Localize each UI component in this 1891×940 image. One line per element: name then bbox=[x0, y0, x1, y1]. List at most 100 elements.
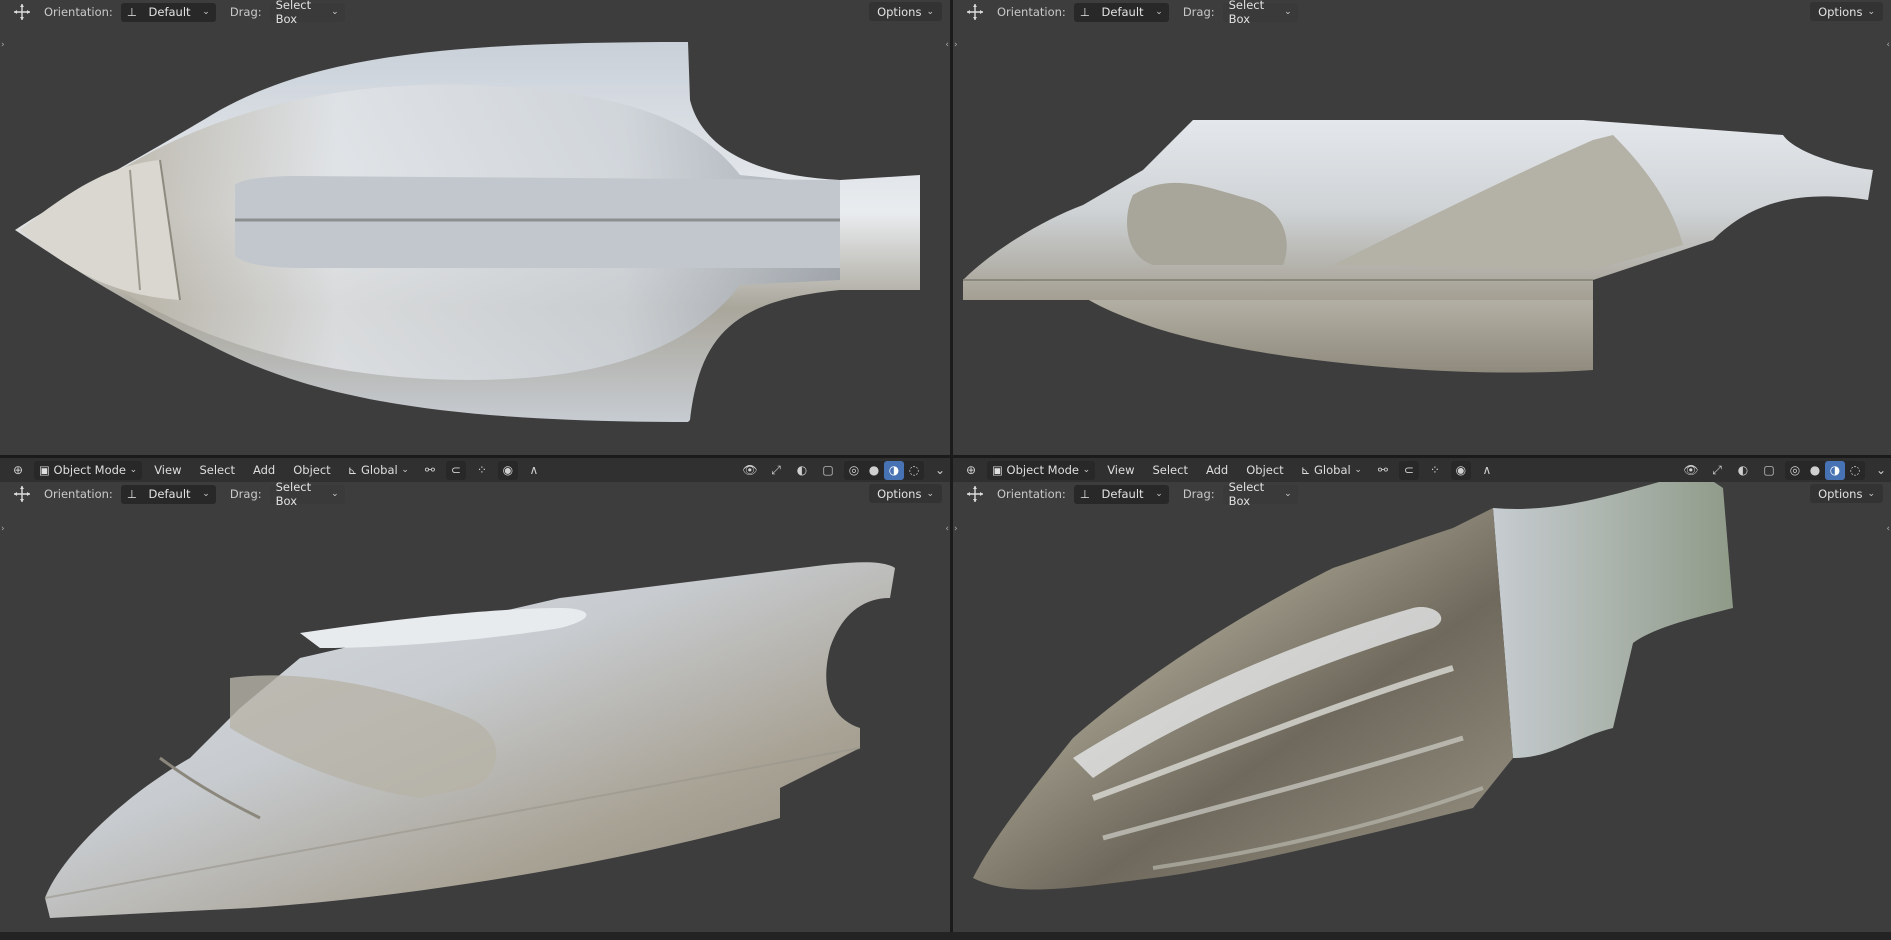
expand-toolbar-icon[interactable]: › bbox=[1, 524, 5, 534]
pivot-point-icon[interactable]: ⚯ bbox=[420, 461, 440, 480]
shading-mode-group: ◎ ● ◑ ◌ bbox=[844, 460, 924, 480]
tool-settings-bar: Orientation: ⊥ Default ⌄ Drag: Select Box ⌄… bbox=[0, 480, 950, 508]
drag-value: Select Box bbox=[1228, 0, 1265, 26]
overlay-icon[interactable]: ◐ bbox=[792, 461, 812, 480]
options-label: Options bbox=[1818, 486, 1863, 501]
expand-sidebar-icon[interactable]: ‹ bbox=[945, 40, 949, 50]
move-tool-icon[interactable] bbox=[12, 484, 32, 504]
expand-toolbar-icon[interactable]: › bbox=[1, 40, 5, 50]
expand-sidebar-icon[interactable]: ‹ bbox=[945, 524, 949, 534]
chevron-down-icon: ⌄ bbox=[202, 7, 210, 17]
expand-toolbar-icon[interactable]: › bbox=[954, 40, 958, 50]
solid-shading-icon[interactable]: ● bbox=[864, 461, 884, 480]
expand-sidebar-icon[interactable]: ‹ bbox=[1886, 524, 1890, 534]
drag-label: Drag: bbox=[229, 487, 262, 501]
drag-dropdown[interactable]: Select Box ⌄ bbox=[269, 0, 345, 26]
mode-dropdown[interactable]: ▣ Object Mode ⌄ bbox=[987, 460, 1096, 480]
material-preview-shading-icon[interactable]: ◑ bbox=[884, 460, 904, 480]
chevron-down-icon: ⌄ bbox=[331, 489, 339, 499]
expand-toolbar-icon[interactable]: › bbox=[954, 524, 958, 534]
options-button[interactable]: Options ⌄ bbox=[1810, 2, 1883, 21]
pivot-point-icon[interactable]: ⚯ bbox=[1373, 461, 1393, 480]
tool-settings-bar: Orientation: ⊥ Default ⌄ Drag: Select Box ⌄… bbox=[0, 0, 950, 26]
visibility-eye-icon[interactable]: 👁 bbox=[1681, 461, 1701, 480]
xray-icon[interactable]: ▢ bbox=[818, 461, 838, 480]
transform-orientation-dropdown[interactable]: ⊾ Global ⌄ bbox=[343, 461, 414, 480]
gizmo-icon[interactable]: ⤢ bbox=[1707, 461, 1727, 480]
viewport-bottom-left[interactable]: ⊕ ▣ Object Mode ⌄ View Select Add Object… bbox=[0, 458, 950, 932]
move-tool-icon[interactable] bbox=[965, 484, 985, 504]
move-tool-icon[interactable] bbox=[965, 2, 985, 22]
visibility-eye-icon[interactable]: 👁 bbox=[740, 461, 760, 480]
proportional-editing-icon[interactable]: ◉ bbox=[1450, 460, 1471, 480]
orientation-label: Orientation: bbox=[997, 487, 1066, 501]
transform-orientation-dropdown[interactable]: ⊾ Global ⌄ bbox=[1296, 461, 1367, 480]
model-perspective-view bbox=[44, 562, 895, 918]
menu-object[interactable]: Object bbox=[1240, 463, 1289, 477]
menu-add[interactable]: Add bbox=[1200, 463, 1234, 477]
blender-workspace: Orientation: ⊥ Default ⌄ Drag: Select Box ⌄… bbox=[0, 0, 1891, 940]
viewport-top-right[interactable]: Orientation: ⊥ Default ⌄ Drag: Select Box ⌄… bbox=[953, 0, 1891, 455]
snap-target-icon[interactable]: ⁘ bbox=[1425, 461, 1445, 480]
mode-dropdown[interactable]: ▣ Object Mode ⌄ bbox=[34, 460, 143, 480]
options-button[interactable]: Options ⌄ bbox=[869, 484, 942, 503]
wireframe-shading-icon[interactable]: ◎ bbox=[844, 461, 864, 480]
model-side-view bbox=[963, 120, 1873, 373]
orientation-dropdown[interactable]: ⊥ Default ⌄ bbox=[1073, 2, 1169, 22]
shading-options-chevron-icon[interactable]: ⌄ bbox=[1871, 461, 1891, 480]
orientation-dropdown[interactable]: ⊥ Default ⌄ bbox=[120, 2, 216, 22]
transform-orientation-label: Global bbox=[1314, 463, 1351, 477]
move-tool-icon[interactable] bbox=[12, 2, 32, 22]
snap-target-icon[interactable]: ⁘ bbox=[472, 461, 492, 480]
editor-type-icon[interactable]: ⊕ bbox=[8, 461, 28, 480]
orientation-dropdown[interactable]: ⊥ Default ⌄ bbox=[1073, 484, 1169, 504]
drag-value: Select Box bbox=[1228, 480, 1265, 508]
options-label: Options bbox=[877, 4, 922, 19]
object-mode-icon: ▣ bbox=[39, 463, 54, 477]
proportional-editing-icon[interactable]: ◉ bbox=[497, 460, 518, 480]
expand-sidebar-icon[interactable]: ‹ bbox=[1886, 40, 1890, 50]
menu-view[interactable]: View bbox=[1101, 463, 1140, 477]
global-axes-icon: ⊾ bbox=[347, 463, 361, 477]
wireframe-shading-icon[interactable]: ◎ bbox=[1785, 461, 1805, 480]
menu-select[interactable]: Select bbox=[1146, 463, 1193, 477]
falloff-icon[interactable]: ∧ bbox=[524, 461, 544, 480]
options-label: Options bbox=[877, 486, 922, 501]
snap-toggle-icon[interactable]: ⊂ bbox=[445, 460, 466, 480]
chevron-down-icon: ⌄ bbox=[1155, 489, 1163, 499]
viewport-bottom-right[interactable]: ⊕ ▣ Object Mode ⌄ View Select Add Object… bbox=[953, 458, 1891, 932]
menu-select[interactable]: Select bbox=[193, 463, 240, 477]
overlay-icon[interactable]: ◐ bbox=[1733, 461, 1753, 480]
options-button[interactable]: Options ⌄ bbox=[1810, 484, 1883, 503]
xray-icon[interactable]: ▢ bbox=[1759, 461, 1779, 480]
model-underside-view bbox=[973, 468, 1733, 890]
menu-view[interactable]: View bbox=[148, 463, 187, 477]
material-preview-shading-icon[interactable]: ◑ bbox=[1825, 460, 1845, 480]
orientation-value: Default bbox=[148, 5, 191, 19]
shading-options-chevron-icon[interactable]: ⌄ bbox=[930, 461, 950, 480]
menu-object[interactable]: Object bbox=[287, 463, 336, 477]
chevron-down-icon: ⌄ bbox=[1284, 489, 1292, 499]
rendered-shading-icon[interactable]: ◌ bbox=[904, 461, 924, 480]
editor-type-icon[interactable]: ⊕ bbox=[961, 461, 981, 480]
drag-label: Drag: bbox=[1182, 5, 1215, 19]
falloff-icon[interactable]: ∧ bbox=[1477, 461, 1497, 480]
orientation-dropdown[interactable]: ⊥ Default ⌄ bbox=[120, 484, 216, 504]
solid-shading-icon[interactable]: ● bbox=[1805, 461, 1825, 480]
chevron-down-icon: ⌄ bbox=[1867, 488, 1875, 499]
gizmo-icon[interactable]: ⤢ bbox=[766, 461, 786, 480]
chevron-down-icon: ⌄ bbox=[926, 488, 934, 499]
menu-add[interactable]: Add bbox=[247, 463, 281, 477]
chevron-down-icon: ⌄ bbox=[1082, 465, 1091, 475]
drag-dropdown[interactable]: Select Box ⌄ bbox=[269, 480, 345, 508]
options-button[interactable]: Options ⌄ bbox=[869, 2, 942, 21]
orientation-label: Orientation: bbox=[44, 487, 113, 501]
snap-toggle-icon[interactable]: ⊂ bbox=[1398, 460, 1419, 480]
rendered-shading-icon[interactable]: ◌ bbox=[1845, 461, 1865, 480]
viewport-top-left[interactable]: Orientation: ⊥ Default ⌄ Drag: Select Box ⌄… bbox=[0, 0, 950, 455]
chevron-down-icon: ⌄ bbox=[926, 6, 934, 17]
drag-dropdown[interactable]: Select Box ⌄ bbox=[1222, 0, 1298, 26]
chevron-down-icon: ⌄ bbox=[331, 7, 339, 17]
drag-dropdown[interactable]: Select Box ⌄ bbox=[1222, 480, 1298, 508]
viewport-header: ⊕ ▣ Object Mode ⌄ View Select Add Object… bbox=[0, 458, 950, 482]
